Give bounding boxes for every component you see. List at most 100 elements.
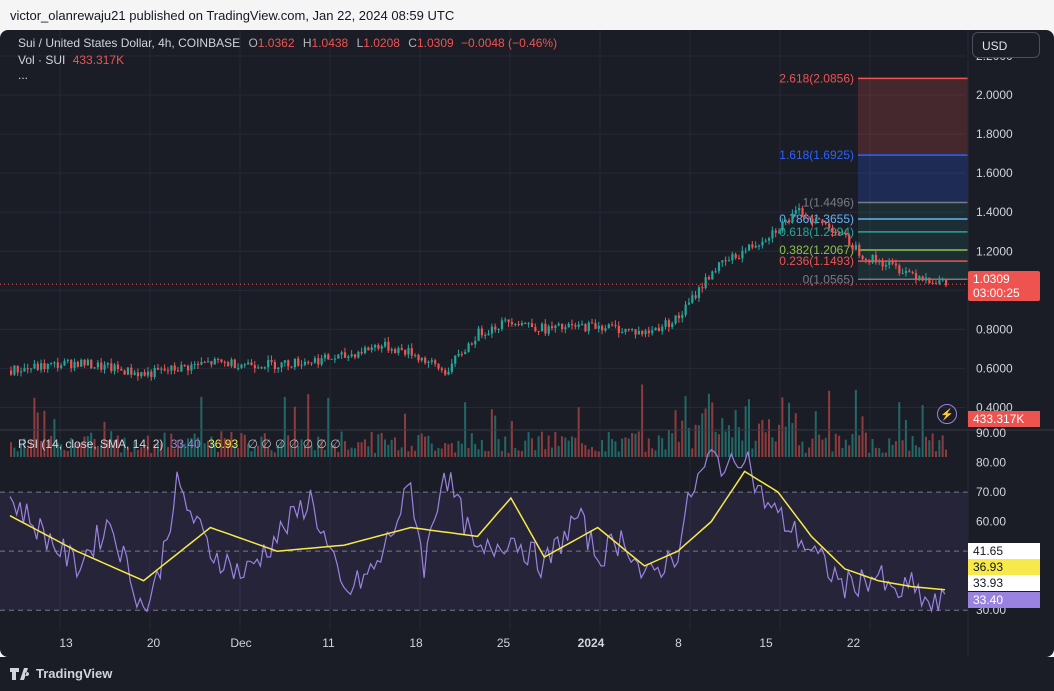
candle-body <box>514 324 517 326</box>
candle-body <box>113 364 116 372</box>
volume-bar <box>363 439 366 457</box>
volume-bar <box>420 433 423 457</box>
candle-body <box>641 330 644 335</box>
volume-bar <box>888 438 891 457</box>
volume-bar <box>270 450 273 457</box>
candle-body <box>30 368 33 370</box>
candle-body <box>677 315 681 319</box>
volume-bar <box>340 431 343 457</box>
volume-bar <box>397 450 400 457</box>
candle-body <box>56 362 59 368</box>
candle-body <box>824 222 827 224</box>
volume-bar <box>427 435 430 457</box>
candle-body <box>287 360 290 367</box>
volume-bar <box>500 450 503 457</box>
more-indicators[interactable]: ... <box>18 68 28 82</box>
candle-body <box>684 304 687 315</box>
volume-bar <box>360 442 363 457</box>
candle-body <box>891 262 894 264</box>
volume-bar <box>798 445 801 457</box>
candle-body <box>163 368 166 371</box>
candle-body <box>200 362 203 365</box>
more-indicators-label[interactable]: ... <box>18 68 28 82</box>
symbol-name[interactable]: Sui / United States Dollar, 4h, COINBASE <box>18 36 240 50</box>
volume-bar <box>824 437 827 457</box>
chart-canvas[interactable]: 0.40000.60000.80001.00001.20001.40001.60… <box>0 30 1054 657</box>
candle-body <box>267 359 270 368</box>
time-tick-label: 20 <box>147 636 161 650</box>
tradingview-logo[interactable]: TradingView <box>10 666 112 681</box>
volume-bar <box>617 451 620 457</box>
rsi-label[interactable]: RSI (14, close, SMA, 14, 2) <box>18 437 163 451</box>
volume-bar <box>527 432 530 457</box>
candle-body <box>217 359 220 361</box>
candle-body <box>734 254 737 259</box>
volume-bar <box>921 405 924 457</box>
volume-bar <box>821 439 824 457</box>
volume-bar <box>524 440 527 457</box>
candle-body <box>744 250 747 252</box>
volume-bar <box>490 409 493 457</box>
volume-bar <box>834 433 837 457</box>
volume-bar <box>681 420 684 457</box>
publish-header: victor_olanrewaju21 published on Trading… <box>0 0 1054 30</box>
change-value: −0.0048 (−0.46%) <box>461 36 558 50</box>
volume-bar <box>400 447 403 457</box>
low-value: 1.0208 <box>363 36 400 50</box>
time-tick-label: 8 <box>675 636 682 650</box>
candle-body <box>644 330 647 335</box>
volume-bar <box>781 397 784 457</box>
candle-body <box>257 367 260 369</box>
volume-bar <box>597 451 600 457</box>
candle-body <box>884 264 888 267</box>
candle-body <box>73 362 76 369</box>
volume-bar <box>474 443 477 457</box>
candle-body <box>888 262 891 265</box>
candle-body <box>263 367 266 369</box>
volume-bar <box>504 436 507 457</box>
volume-bar <box>791 423 794 457</box>
candle-body <box>724 260 727 262</box>
lightning-icon[interactable]: ⚡ <box>937 404 957 424</box>
candle-body <box>768 238 771 241</box>
volume-bar <box>704 408 707 457</box>
volume-bar <box>764 432 767 457</box>
candle-body <box>247 362 250 365</box>
volume-bar <box>313 450 316 457</box>
candle-body <box>190 364 193 371</box>
volume-bar <box>874 447 877 457</box>
currency-button[interactable]: USD <box>972 32 1040 58</box>
volume-bar <box>387 444 390 457</box>
candle-body <box>270 359 273 362</box>
time-tick-label: 18 <box>409 636 423 650</box>
candle-body <box>166 370 170 372</box>
candle-body <box>227 362 230 367</box>
candle-body <box>854 244 858 250</box>
fib-level-label: 1.618(1.6925) <box>779 148 854 162</box>
volume-bar <box>537 436 540 457</box>
candle-body <box>617 325 620 333</box>
candle-body <box>260 367 263 369</box>
candle-body <box>253 365 256 369</box>
candle-body <box>367 347 370 351</box>
volume-bar <box>66 451 69 457</box>
volume-bar <box>654 450 657 457</box>
candle-body <box>467 343 470 352</box>
volume-bar <box>337 451 340 457</box>
candle-body <box>277 367 280 370</box>
candle-body <box>480 328 484 336</box>
volume-label[interactable]: Vol · SUI <box>18 53 65 67</box>
volume-bar <box>484 450 487 457</box>
chart-frame[interactable]: 0.40000.60000.80001.00001.20001.40001.60… <box>0 30 1054 657</box>
candle-body <box>727 260 731 262</box>
volume-bar <box>470 433 473 457</box>
candle-body <box>764 240 767 242</box>
volume-bar <box>477 449 480 457</box>
candle-body <box>430 360 433 362</box>
candle-body <box>440 368 443 371</box>
volume-bar <box>414 450 417 457</box>
volume-bar <box>637 431 640 457</box>
candle-body <box>10 370 13 375</box>
volume-legend: Vol · SUI 433.317K <box>18 53 124 67</box>
rsi-sma-value: 36.93 <box>208 437 239 451</box>
